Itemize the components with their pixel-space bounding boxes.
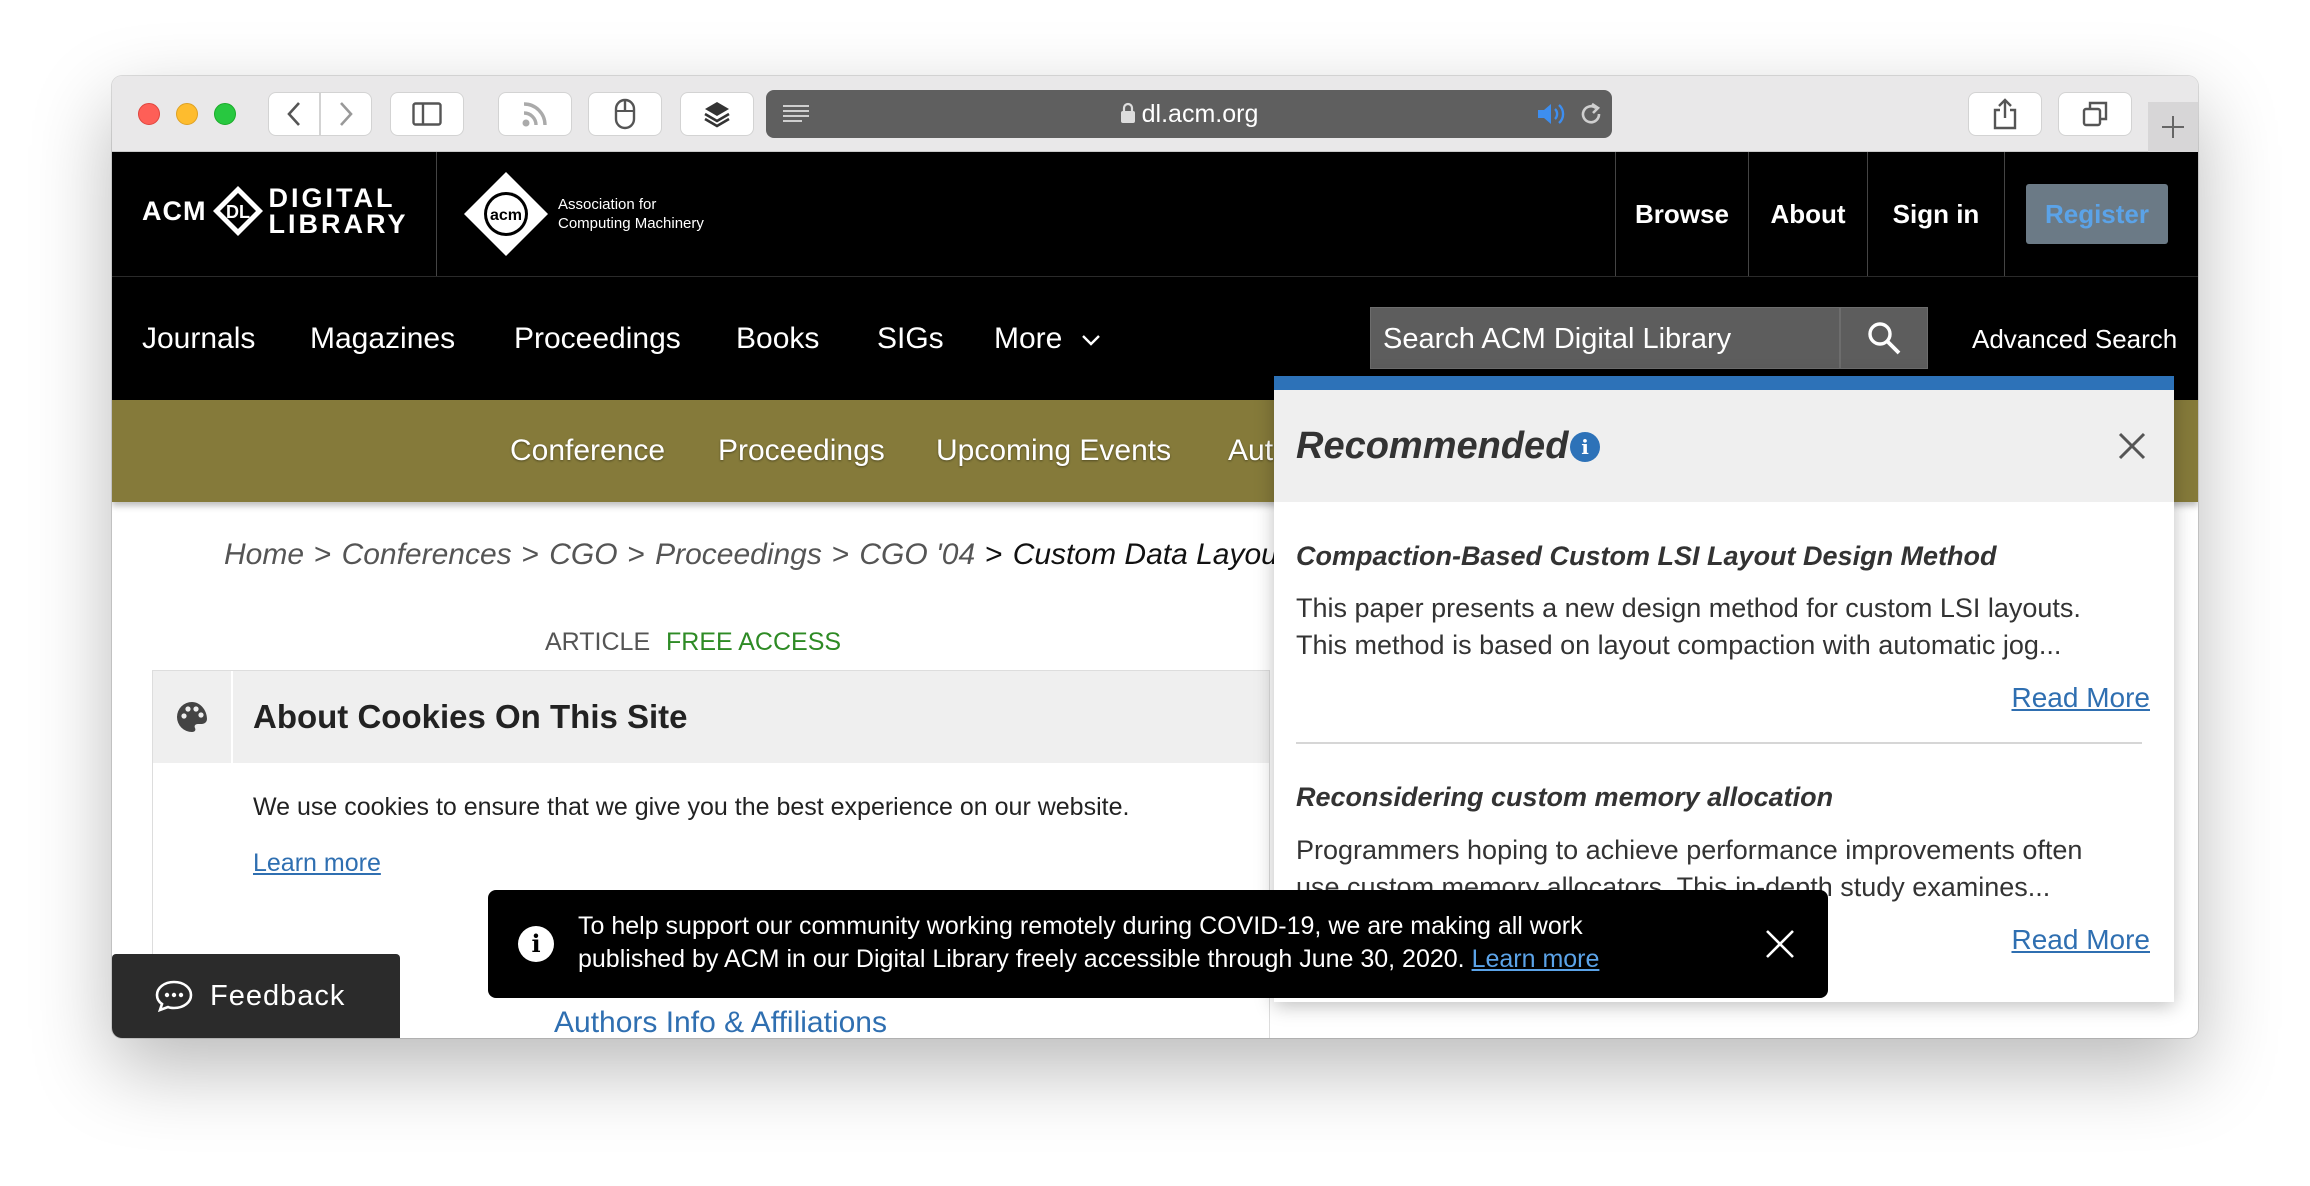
about-link[interactable]: About bbox=[1749, 152, 1867, 276]
read-more-link[interactable]: Read More bbox=[2011, 924, 2150, 956]
info-icon[interactable]: i bbox=[1570, 432, 1600, 462]
read-more-link[interactable]: Read More bbox=[2011, 682, 2150, 714]
close-icon[interactable] bbox=[2112, 426, 2152, 466]
cookie-learn-more-link[interactable]: Learn more bbox=[253, 849, 381, 878]
info-icon: i bbox=[518, 926, 554, 962]
sidebar-toggle-button[interactable] bbox=[390, 92, 464, 136]
chevron-left-icon bbox=[287, 102, 300, 126]
conf-nav-authors[interactable]: Aut bbox=[1228, 400, 1273, 502]
tabs-overview-button[interactable] bbox=[2058, 92, 2132, 136]
recommended-title: Recommended bbox=[1296, 425, 1569, 467]
tabs-icon bbox=[2082, 101, 2108, 127]
new-tab-button[interactable] bbox=[2148, 102, 2198, 152]
breadcrumb-cgo[interactable]: CGO bbox=[549, 538, 617, 571]
lock-icon bbox=[1120, 102, 1135, 123]
share-icon bbox=[1993, 98, 2017, 130]
layers-extension-button[interactable] bbox=[680, 92, 754, 136]
forward-button[interactable] bbox=[320, 92, 372, 136]
recommended-item-title[interactable]: Compaction-Based Custom LSI Layout Desig… bbox=[1296, 541, 1997, 572]
minimize-window-button[interactable] bbox=[176, 103, 198, 125]
conf-nav-conference[interactable]: Conference bbox=[510, 400, 665, 502]
chevron-right-icon bbox=[340, 102, 353, 126]
mouse-extension-button[interactable] bbox=[588, 92, 662, 136]
rss-button[interactable] bbox=[498, 92, 572, 136]
palette-icon bbox=[177, 702, 207, 732]
free-access-badge: FREE ACCESS bbox=[666, 628, 842, 656]
breadcrumb: Home > Conferences > CGO > Proceedings > CGO '04… bbox=[224, 538, 1363, 571]
covid-banner-text: To help support our community working re… bbox=[578, 912, 1600, 973]
reload-icon[interactable] bbox=[1578, 101, 1604, 127]
covid-banner: i To help support our community working … bbox=[488, 890, 1828, 998]
browser-window: dl.acm.org ACM DL DIGITAL LIBRARY acm As… bbox=[112, 76, 2198, 1038]
conf-nav-proceedings[interactable]: Proceedings bbox=[718, 400, 885, 502]
zoom-window-button[interactable] bbox=[214, 103, 236, 125]
feedback-button[interactable]: Feedback bbox=[112, 954, 400, 1038]
rss-icon bbox=[522, 102, 547, 127]
nav-proceedings[interactable]: Proceedings bbox=[514, 277, 681, 401]
acm-diamond-icon: acm bbox=[464, 172, 548, 256]
back-button[interactable] bbox=[268, 92, 320, 136]
url-text[interactable]: dl.acm.org bbox=[766, 90, 1612, 138]
browser-toolbar: dl.acm.org bbox=[112, 76, 2198, 152]
plus-icon bbox=[2162, 116, 2184, 138]
dl-diamond-icon: DL bbox=[212, 186, 263, 236]
sidebar-icon bbox=[412, 102, 442, 126]
browse-link[interactable]: Browse bbox=[1616, 152, 1748, 276]
breadcrumb-home[interactable]: Home bbox=[224, 538, 304, 571]
acm-association-logo[interactable]: acm Association for Computing Machinery bbox=[462, 170, 704, 258]
chevron-down-icon bbox=[1081, 335, 1100, 346]
recommended-header: Recommended i bbox=[1274, 390, 2174, 502]
register-button[interactable]: Register bbox=[2026, 184, 2168, 244]
association-text: Association for Computing Machinery bbox=[558, 196, 704, 232]
close-window-button[interactable] bbox=[138, 103, 160, 125]
authors-info-link[interactable]: Authors Info & Affiliations bbox=[554, 1006, 887, 1038]
sign-in-link[interactable]: Sign in bbox=[1868, 152, 2004, 276]
covid-learn-more-link[interactable]: Learn more bbox=[1472, 945, 1600, 973]
layers-icon bbox=[704, 102, 730, 128]
chat-bubble-icon bbox=[155, 980, 193, 1013]
breadcrumb-cgo04[interactable]: CGO '04 bbox=[859, 538, 975, 571]
acm-dl-logo[interactable]: ACM DL DIGITAL LIBRARY bbox=[142, 184, 409, 238]
cookie-header: About Cookies On This Site bbox=[153, 671, 1269, 763]
search-button[interactable] bbox=[1840, 307, 1928, 369]
cookie-title: About Cookies On This Site bbox=[253, 698, 688, 735]
header-divider bbox=[436, 152, 437, 276]
svg-text:acm: acm bbox=[490, 207, 522, 224]
conf-nav-upcoming-events[interactable]: Upcoming Events bbox=[936, 400, 1171, 502]
search-icon bbox=[1868, 322, 1901, 355]
breadcrumb-conferences[interactable]: Conferences bbox=[342, 538, 512, 571]
recommended-item-desc: This paper presents a new design method … bbox=[1296, 593, 2081, 660]
recommended-divider bbox=[1296, 742, 2142, 744]
cookie-body: We use cookies to ensure that we give yo… bbox=[253, 793, 1130, 821]
svg-text:DL: DL bbox=[226, 202, 250, 222]
dl-wordmark: DIGITAL LIBRARY bbox=[268, 183, 409, 239]
nav-magazines[interactable]: Magazines bbox=[310, 277, 455, 401]
nav-journals[interactable]: Journals bbox=[142, 277, 255, 401]
nav-sigs[interactable]: SIGs bbox=[877, 277, 944, 401]
recommended-accent-bar bbox=[1274, 376, 2174, 390]
close-icon[interactable] bbox=[1764, 928, 1796, 960]
speaker-icon[interactable] bbox=[1536, 102, 1568, 126]
breadcrumb-proceedings[interactable]: Proceedings bbox=[655, 538, 822, 571]
nav-books[interactable]: Books bbox=[736, 277, 819, 401]
site-header: ACM DL DIGITAL LIBRARY acm Association f… bbox=[112, 152, 2198, 276]
article-type: ARTICLE bbox=[545, 628, 651, 656]
mouse-icon bbox=[614, 98, 636, 130]
share-button[interactable] bbox=[1968, 92, 2042, 136]
header-divider bbox=[2004, 152, 2005, 276]
nav-more[interactable]: More bbox=[994, 277, 1101, 401]
address-bar[interactable]: dl.acm.org bbox=[766, 90, 1612, 138]
cookie-icon-box bbox=[153, 671, 233, 763]
search-input[interactable]: Search ACM Digital Library bbox=[1370, 307, 1840, 369]
recommended-item-title[interactable]: Reconsidering custom memory allocation bbox=[1296, 782, 1833, 813]
